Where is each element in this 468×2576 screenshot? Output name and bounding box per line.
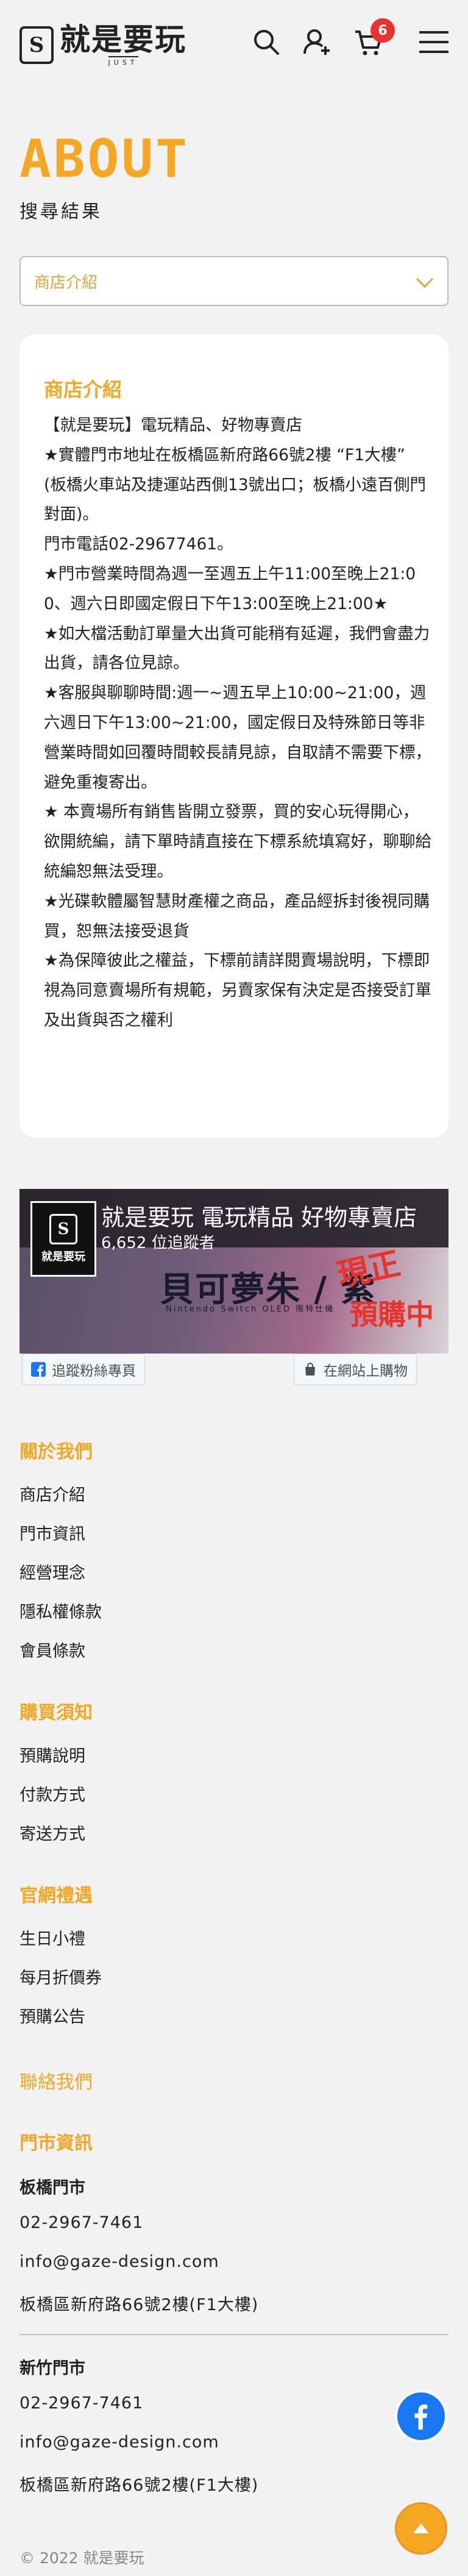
user-add-icon[interactable]: [302, 27, 333, 57]
store-phone[interactable]: 02-2967-7461: [20, 2394, 143, 2413]
card-title: 商店介紹: [44, 378, 122, 401]
footer-stores-title: 門市資訊: [20, 2133, 93, 2154]
footer-link-store-intro[interactable]: 商店介紹: [20, 1482, 85, 1505]
footer-buying-title: 購買須知: [20, 1702, 93, 1724]
floating-facebook-button[interactable]: [395, 2390, 447, 2442]
footer-link-preorder[interactable]: 預購說明: [20, 1743, 85, 1766]
fb-page-name[interactable]: 就是要玩 電玩精品 好物專賣店: [101, 1199, 424, 1232]
footer-link-birthday-gift[interactable]: 生日小禮: [20, 1925, 85, 1949]
page-subtitle: 搜尋結果: [20, 201, 102, 223]
cart-count-badge: 6: [370, 18, 395, 43]
card-paragraph: ★ 本賣場所有銷售皆開立發票，買的安心玩得開心，欲開統編，請下單時請直接在下標系…: [44, 802, 431, 881]
follow-page-label: 追蹤粉絲專頁: [52, 1363, 136, 1379]
store-phone[interactable]: 02-2967-7461: [20, 2213, 143, 2232]
footer-link-shipping[interactable]: 寄送方式: [20, 1821, 85, 1844]
banner-art-subtitle: Nintendo Switch OLED 限特仕機: [166, 1305, 335, 1314]
fb-followers: 6,652 位追蹤者: [101, 1234, 215, 1252]
facebook-page-banner[interactable]: 貝可夢朱 / 紫 Nintendo Switch OLED 限特仕機 現正 預購…: [20, 1189, 448, 1354]
site-logo[interactable]: S 就是要玩 JUST: [20, 23, 186, 66]
logo-text: 就是要玩: [60, 22, 186, 57]
avatar-mark: S: [49, 1214, 77, 1244]
shop-on-site-label: 在網站上購物: [324, 1363, 408, 1379]
footer-link-monthly-coupon[interactable]: 每月折價券: [20, 1964, 102, 1988]
store-intro-card: 商店介紹 【就是要玩】電玩精品、好物專賣店 ★實體門市地址在板橋區新府路66號2…: [20, 334, 448, 1138]
site-header: S 就是要玩 JUST 6: [0, 0, 468, 87]
footer-link-privacy[interactable]: 隱私權條款: [20, 1599, 102, 1622]
store-divider: [20, 2334, 448, 2335]
footer-link-philosophy[interactable]: 經營理念: [20, 1560, 85, 1583]
facebook-icon: [31, 1362, 46, 1377]
chevron-down-icon: [416, 277, 434, 288]
store-name: 新竹門市: [20, 2359, 85, 2378]
card-paragraph: ★為保障彼此之權益，下標前請詳閱賣場說明，下標即視為同意賣場所有規範，另賣家保有…: [44, 951, 431, 1030]
card-paragraph: 【就是要玩】電玩精品、好物專賣店: [44, 416, 302, 435]
card-paragraph: (板橋火車站及捷運站西側13號出口；板橋小遠百側門對面)。: [44, 475, 427, 524]
footer-link-preorder-news[interactable]: 預購公告: [20, 2003, 85, 2027]
card-paragraph: ★實體門市地址在板橋區新府路66號2樓 “F1大樓”: [44, 445, 405, 465]
category-select[interactable]: 商店介紹: [20, 256, 448, 306]
shop-on-site-button[interactable]: 在網站上購物: [294, 1354, 417, 1385]
card-paragraph: 門市電話02-29677461。: [44, 535, 233, 554]
card-paragraph: ★如大檔活動訂單量大出貨可能稍有延遲，我們會盡力出貨，請各位見諒。: [44, 624, 430, 673]
card-paragraph: ★光碟軟體屬智慧財產權之商品，產品經拆封後視同購買，恕無法接受退貨: [44, 891, 430, 941]
footer-contact-link[interactable]: 聯絡我們: [20, 2067, 93, 2094]
store-email[interactable]: info@gaze-design.com: [20, 2433, 219, 2452]
facebook-icon: [414, 2404, 428, 2430]
footer-link-payment[interactable]: 付款方式: [20, 1782, 85, 1805]
footer-link-member-terms[interactable]: 會員條款: [20, 1638, 85, 1661]
fb-page-avatar[interactable]: S 就是要玩: [30, 1201, 96, 1277]
store-name: 板橋門市: [20, 2178, 85, 2197]
shopping-bag-icon: [303, 1362, 317, 1377]
card-body: 【就是要玩】電玩精品、好物專賣店 ★實體門市地址在板橋區新府路66號2樓 “F1…: [44, 411, 431, 1036]
follow-page-button[interactable]: 追蹤粉絲專頁: [22, 1354, 145, 1385]
search-icon[interactable]: [251, 27, 282, 57]
footer-about-title: 關於我們: [20, 1441, 93, 1463]
back-to-top-button[interactable]: [395, 2502, 447, 2555]
category-select-value: 商店介紹: [34, 273, 98, 292]
menu-icon[interactable]: [418, 27, 450, 57]
footer-benefits-title: 官網禮遇: [20, 1885, 93, 1907]
page-title: ABOUT: [20, 129, 190, 190]
copyright: © 2022 就是要玩: [20, 2549, 144, 2567]
store-email[interactable]: info@gaze-design.com: [20, 2252, 219, 2271]
store-address: 板橋區新府路66號2樓(F1大樓): [20, 2476, 259, 2495]
logo-mark: S: [20, 26, 54, 64]
store-address: 板橋區新府路66號2樓(F1大樓): [20, 2296, 259, 2314]
banner-art-badge: 預購中: [350, 1298, 434, 1331]
card-paragraph: ★客服與聊聊時間:週一~週五早上10:00~21:00，週六週日下午13:00~…: [44, 683, 431, 792]
arrow-up-icon: [413, 2524, 429, 2533]
avatar-text: 就是要玩: [41, 1251, 85, 1263]
card-paragraph: ★門市營業時間為週一至週五上午11:00至晚上21:00、週六日即國定假日下午1…: [44, 564, 416, 613]
footer-link-store-info[interactable]: 門市資訊: [20, 1521, 85, 1544]
logo-subtext: JUST: [108, 56, 138, 66]
